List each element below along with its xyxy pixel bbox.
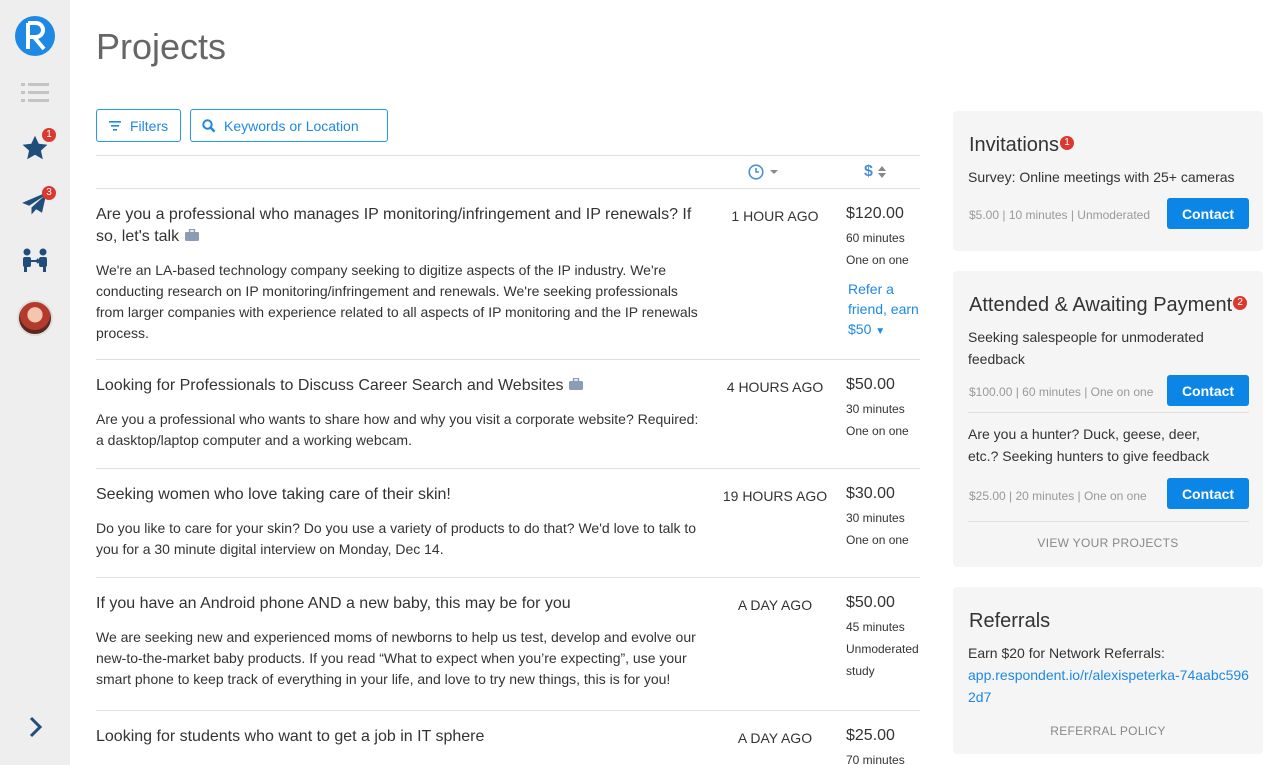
project-duration: 70 minutes xyxy=(846,753,905,765)
project-type: One on one xyxy=(846,424,909,438)
project-type: One on one xyxy=(846,533,909,547)
project-row[interactable]: Are you a professional who manages IP mo… xyxy=(96,189,920,360)
project-description: We are seeking new and experienced moms … xyxy=(96,629,696,687)
notification-badge: 2 xyxy=(1233,296,1248,310)
project-description: Do you like to care for your skin? Do yo… xyxy=(96,520,697,557)
sort-by-price[interactable]: $ xyxy=(864,163,887,181)
awaiting-item-title[interactable]: Are you a hunter? Duck, geese, deer, etc… xyxy=(968,423,1218,467)
project-description: Are you a professional who wants to shar… xyxy=(96,411,699,448)
project-time: A DAY AGO xyxy=(737,597,813,613)
refer-friend-link[interactable]: Refer a friend, earn $50 ▼ xyxy=(848,279,928,342)
project-duration: 45 minutes xyxy=(846,620,905,634)
sort-icon xyxy=(877,166,886,178)
referral-link[interactable]: app.respondent.io/r/alexispeterka-74aabc… xyxy=(968,664,1250,708)
project-type: One on one xyxy=(846,253,909,267)
caret-down-icon xyxy=(770,170,778,174)
briefcase-icon xyxy=(569,375,584,397)
project-price: $50.00 xyxy=(846,376,895,393)
people-icon[interactable] xyxy=(0,244,70,276)
list-icon[interactable] xyxy=(0,78,70,108)
project-price: $50.00 xyxy=(846,594,895,611)
awaiting-item-title[interactable]: Seeking salespeople for unmoderated feed… xyxy=(968,326,1238,370)
project-time: A DAY AGO xyxy=(737,730,813,746)
project-row[interactable]: Seeking women who love taking care of th… xyxy=(96,469,920,578)
respondent-logo-icon[interactable] xyxy=(0,14,70,58)
contact-button[interactable]: Contact xyxy=(1167,478,1249,509)
project-type: Unmoderated study xyxy=(846,642,919,678)
project-row[interactable]: Looking for students who want to get a j… xyxy=(96,711,920,765)
avatar[interactable] xyxy=(0,298,70,338)
project-time: 4 HOURS AGO xyxy=(726,379,824,395)
project-title[interactable]: Are you a professional who manages IP mo… xyxy=(96,204,706,248)
panel-title: Attended & Awaiting Payment 2 xyxy=(969,294,1248,317)
project-price: $120.00 xyxy=(846,205,904,222)
invitation-title[interactable]: Survey: Online meetings with 25+ cameras xyxy=(968,166,1238,188)
sort-by-time[interactable] xyxy=(748,164,780,180)
chevron-right-icon[interactable] xyxy=(0,712,70,742)
briefcase-icon xyxy=(185,226,200,248)
project-title[interactable]: Looking for Professionals to Discuss Car… xyxy=(96,375,706,397)
paper-plane-icon[interactable]: 3 xyxy=(0,186,70,220)
filters-label: Filters xyxy=(130,117,169,134)
project-price: $30.00 xyxy=(846,485,895,502)
project-description: We're an LA-based technology company see… xyxy=(96,262,698,341)
project-title[interactable]: If you have an Android phone AND a new b… xyxy=(96,593,706,615)
project-row[interactable]: If you have an Android phone AND a new b… xyxy=(96,578,920,711)
project-time: 1 HOUR AGO xyxy=(731,208,819,224)
project-time: 19 HOURS AGO xyxy=(722,488,828,504)
project-row[interactable]: Looking for Professionals to Discuss Car… xyxy=(96,360,920,469)
notification-badge: 3 xyxy=(42,186,56,200)
panel-title: Invitations 1 xyxy=(969,134,1075,157)
project-title[interactable]: Looking for students who want to get a j… xyxy=(96,726,706,748)
project-price: $25.00 xyxy=(846,727,895,744)
clock-icon xyxy=(748,164,764,180)
filters-button[interactable]: Filters xyxy=(96,109,181,142)
awaiting-item-meta: $25.00 | 20 minutes | One on one xyxy=(969,489,1147,503)
invitation-meta: $5.00 | 10 minutes | Unmoderated xyxy=(969,208,1151,222)
search-icon xyxy=(202,118,216,132)
referral-policy-link[interactable]: REFERRAL POLICY xyxy=(953,724,1263,738)
star-icon[interactable]: 1 xyxy=(0,128,70,164)
divider xyxy=(968,412,1249,413)
page-title: Projects xyxy=(96,26,227,67)
search-input[interactable]: Keywords or Location xyxy=(190,109,388,142)
contact-button[interactable]: Contact xyxy=(1167,375,1249,406)
filter-icon xyxy=(109,120,121,131)
referrals-panel: Referrals Earn $20 for Network Referrals… xyxy=(953,587,1263,754)
awaiting-item-meta: $100.00 | 60 minutes | One on one xyxy=(969,385,1154,399)
awaiting-payment-panel: Attended & Awaiting Payment 2 Seeking sal… xyxy=(953,271,1263,567)
project-title[interactable]: Seeking women who love taking care of th… xyxy=(96,484,706,506)
sidebar: 1 3 xyxy=(0,0,70,765)
dollar-icon: $ xyxy=(864,163,873,180)
invitations-panel: Invitations 1 Survey: Online meetings wit… xyxy=(953,111,1263,251)
notification-badge: 1 xyxy=(1060,136,1075,150)
list-header: $ xyxy=(96,155,920,189)
contact-button[interactable]: Contact xyxy=(1167,198,1249,229)
search-placeholder: Keywords or Location xyxy=(224,117,359,134)
referral-text: Earn $20 for Network Referrals: xyxy=(968,645,1165,661)
project-list: Are you a professional who manages IP mo… xyxy=(96,189,920,765)
divider xyxy=(968,521,1249,522)
project-duration: 30 minutes xyxy=(846,511,905,525)
project-duration: 30 minutes xyxy=(846,402,905,416)
notification-badge: 1 xyxy=(42,128,56,142)
caret-down-icon: ▼ xyxy=(875,326,886,337)
project-duration: 60 minutes xyxy=(846,231,905,245)
view-projects-link[interactable]: VIEW YOUR PROJECTS xyxy=(953,536,1263,550)
panel-title: Referrals xyxy=(969,610,1051,632)
user-avatar-image[interactable] xyxy=(17,300,53,336)
